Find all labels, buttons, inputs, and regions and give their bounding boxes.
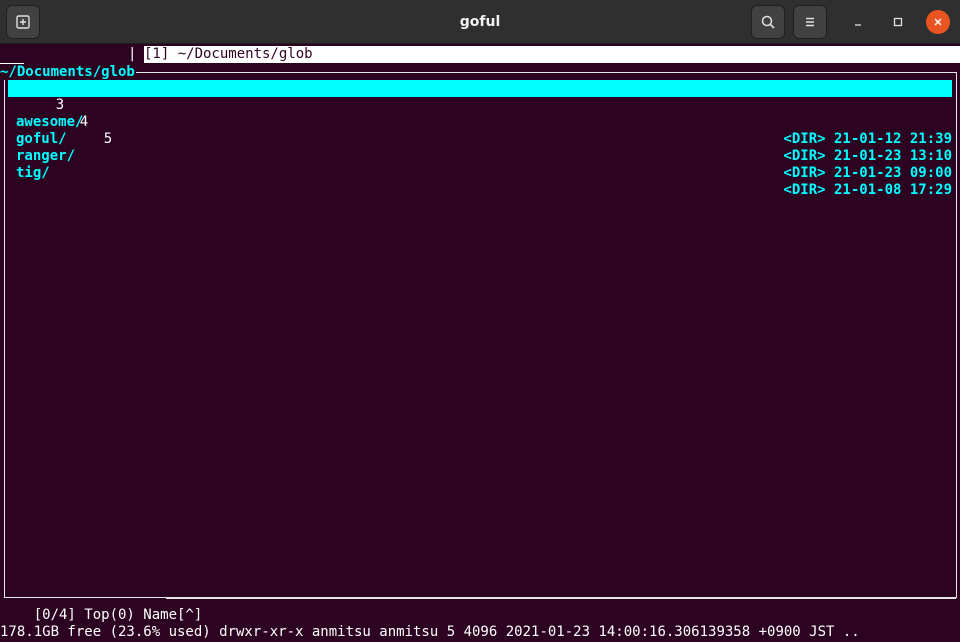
pane-title: ~/Documents/glob bbox=[0, 64, 136, 80]
tab-separator: | bbox=[128, 46, 137, 62]
current-tab-path[interactable]: [1] ~/Documents/glob bbox=[144, 46, 960, 63]
list-item[interactable]: ranger/ <DIR> 21-01-23 09:00 bbox=[8, 131, 952, 181]
list-item[interactable]: awesome/ <DIR> 21-01-12 21:39 bbox=[8, 97, 952, 147]
maximize-button[interactable] bbox=[886, 10, 910, 34]
window-titlebar: goful bbox=[0, 0, 960, 44]
file-info-line: 178.1GB free (23.6% used) drwxr-xr-x anm… bbox=[0, 624, 860, 640]
list-item[interactable]: ../ <DIR> 21-01-23 14:00 bbox=[8, 80, 952, 130]
minimize-button[interactable] bbox=[846, 10, 870, 34]
status-line: [0/4] Top(0) Name[^] bbox=[0, 590, 960, 623]
workspace-tabline: 1 2 3 4 5 | [1] ~/Documents/glob bbox=[0, 46, 960, 147]
close-button[interactable] bbox=[926, 10, 950, 34]
status-text: [0/4] Top(0) Name[^] bbox=[33, 607, 211, 623]
entry-meta: <DIR> 21-01-23 09:00 bbox=[783, 165, 952, 181]
list-item[interactable]: goful/ <DIR> 21-01-23 13:10 bbox=[8, 114, 952, 164]
file-list: ../ <DIR> 21-01-23 14:00 awesome/ <DIR> … bbox=[8, 80, 952, 198]
search-button[interactable] bbox=[751, 5, 785, 39]
new-tab-button[interactable] bbox=[6, 5, 40, 39]
entry-name: tig/ bbox=[16, 165, 50, 181]
list-item[interactable]: tig/ <DIR> 21-01-08 17:29 bbox=[8, 148, 952, 198]
terminal[interactable]: 1 2 3 4 5 | [1] ~/Documents/glob ~/Docum… bbox=[0, 44, 960, 642]
entry-meta: <DIR> 21-01-08 17:29 bbox=[783, 182, 952, 198]
menu-button[interactable] bbox=[793, 5, 827, 39]
